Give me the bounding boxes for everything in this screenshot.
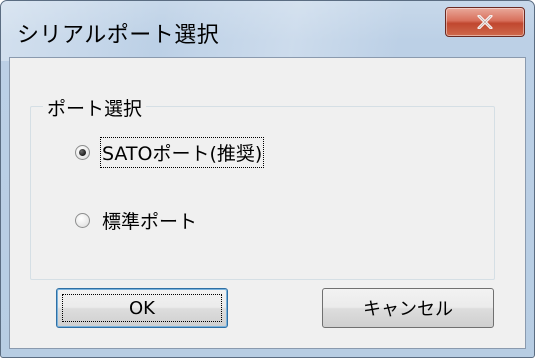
radio-label-standard: 標準ポート (102, 211, 198, 233)
radio-option-sato-port[interactable]: SATOポート(推奨) (75, 137, 265, 168)
title-bar[interactable]: シリアルポート選択 (1, 1, 534, 57)
close-x-icon (477, 15, 493, 29)
close-button[interactable] (445, 7, 525, 37)
window-title: シリアルポート選択 (17, 23, 220, 48)
radio-label-sato: SATOポート(推奨) (99, 137, 265, 168)
radio-selected-dot (79, 149, 86, 156)
dialog-client-area: ポート選択 SATOポート(推奨) 標準ポート OK キャンセル (9, 57, 526, 349)
cancel-button-label: キャンセル (363, 299, 453, 320)
port-selection-group: ポート選択 SATOポート(推奨) 標準ポート (30, 94, 495, 280)
radio-button-standard[interactable] (75, 213, 90, 228)
radio-button-sato[interactable] (75, 145, 90, 160)
dialog-window: シリアルポート選択 ポート選択 SATOポート(推奨) 標準ポート OK キャン… (0, 0, 535, 358)
cancel-button[interactable]: キャンセル (322, 288, 494, 328)
ok-button[interactable]: OK (56, 288, 228, 328)
group-legend: ポート選択 (43, 94, 147, 121)
radio-option-standard-port[interactable]: 標準ポート (75, 207, 197, 234)
focus-rectangle (62, 294, 222, 322)
